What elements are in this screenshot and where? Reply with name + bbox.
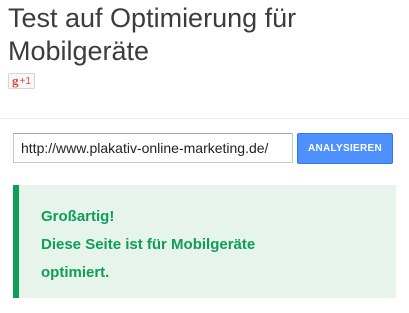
page-title-line-1: Test auf Optimierung für	[8, 3, 297, 33]
google-plus-one-icon: g	[12, 73, 19, 88]
page-title: Test auf Optimierung für Mobilgeräte	[8, 2, 388, 68]
result-message-line-2: optimiert.	[41, 264, 110, 281]
result-heading: Großartig!	[41, 208, 115, 225]
page-title-line-2: Mobilgeräte	[8, 36, 150, 66]
analyze-button[interactable]: ANALYSIEREN	[297, 133, 393, 164]
url-input[interactable]	[13, 133, 293, 163]
plus-one-label: +1	[19, 75, 31, 87]
result-message-line-1: Diese Seite ist für Mobilgeräte	[41, 236, 256, 253]
result-panel: Großartig! Diese Seite ist für Mobilgerä…	[13, 185, 396, 298]
divider	[0, 118, 409, 119]
google-plus-one-button[interactable]: g +1	[8, 73, 35, 89]
